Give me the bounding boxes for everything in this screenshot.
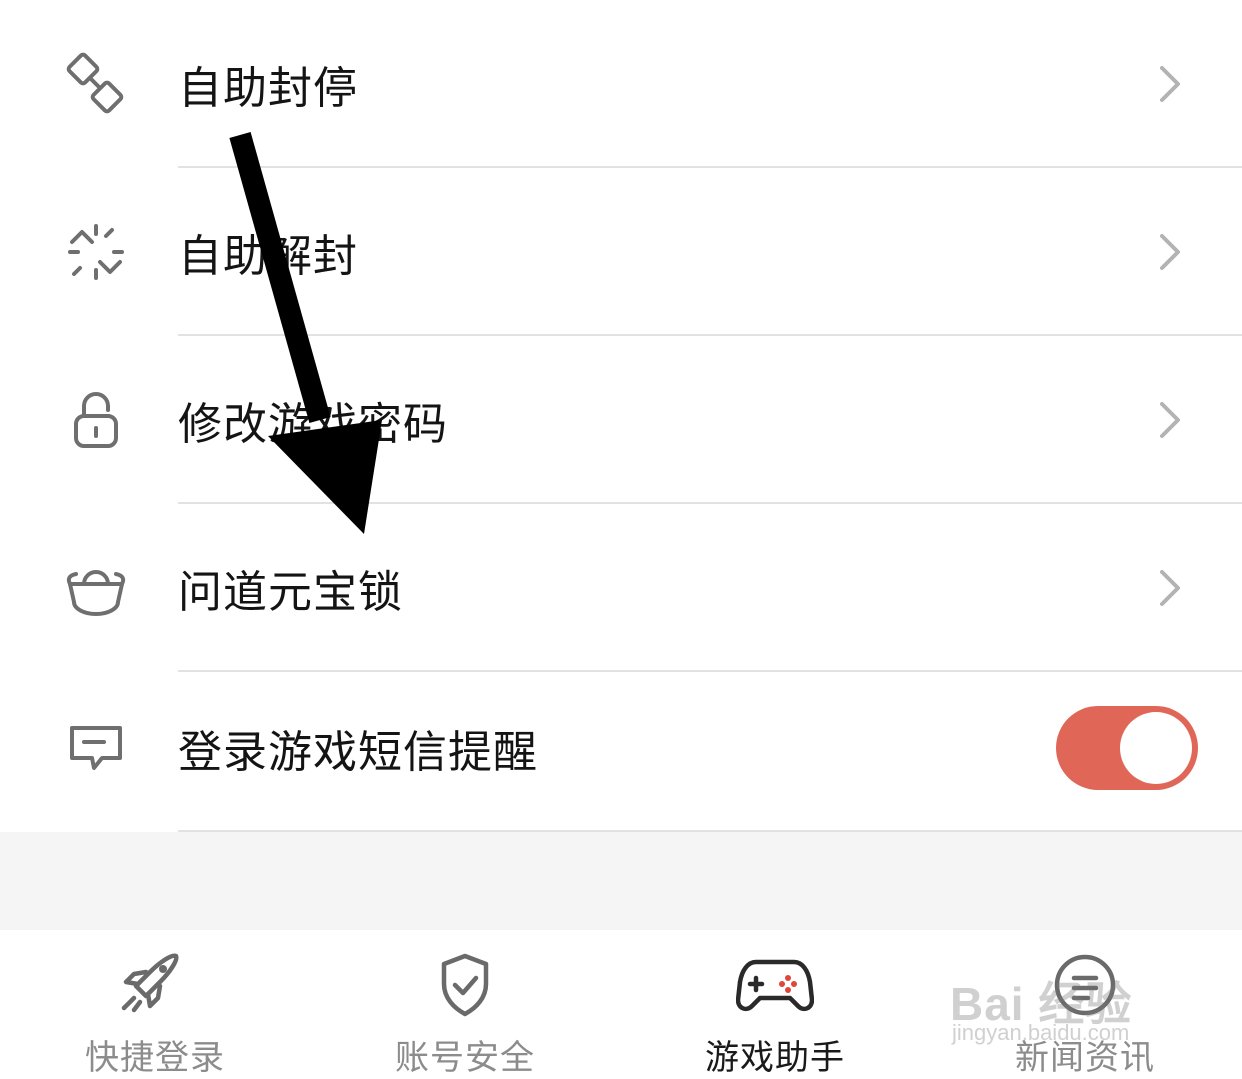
tab-quick-login[interactable]: 快捷登录 [0,930,310,1078]
menu-item-sms-reminder: 登录游戏短信提醒 [0,664,1242,832]
menu-item-label: 修改游戏密码 [178,399,448,450]
chevron-right-icon [1150,230,1190,274]
message-icon [62,714,130,782]
menu-item-self-suspend[interactable]: 自助封停 [0,0,1242,168]
content-spacer [0,832,1242,930]
rocket-icon [116,952,194,1018]
menu-item-change-password[interactable]: 修改游戏密码 [0,336,1242,504]
link-icon [62,50,130,118]
toggle-knob [1120,712,1192,784]
menu-item-label: 问道元宝锁 [178,567,403,618]
watermark-url: jingyan.baidu.com [952,1020,1130,1045]
settings-menu: 自助封停 自助解封 修改游戏密码 问道元宝锁 登录游戏短信提醒 [0,0,1242,832]
menu-item-label: 自助解封 [178,231,358,282]
sms-reminder-toggle[interactable] [1056,706,1198,790]
baidu-jingyan-watermark: Bai 经验 jingyan.baidu.com [950,940,1190,1050]
tab-game-assistant[interactable]: 游戏助手 [620,930,930,1078]
shield-check-icon [426,952,504,1018]
tab-label: 快捷登录 [85,1038,225,1078]
chevron-right-icon [1150,62,1190,106]
chevron-right-icon [1150,398,1190,442]
lock-icon [62,386,130,454]
chevron-right-icon [1150,566,1190,610]
tab-account-security[interactable]: 账号安全 [310,930,620,1078]
gamepad-icon [736,952,814,1018]
menu-item-self-unban[interactable]: 自助解封 [0,168,1242,336]
menu-item-label: 登录游戏短信提醒 [178,727,538,778]
menu-item-ingot-lock[interactable]: 问道元宝锁 [0,504,1242,672]
ingot-icon [62,554,130,622]
tab-label: 账号安全 [395,1038,535,1078]
menu-item-label: 自助封停 [178,63,358,114]
tab-label: 游戏助手 [705,1038,845,1078]
broken-link-icon [62,218,130,286]
